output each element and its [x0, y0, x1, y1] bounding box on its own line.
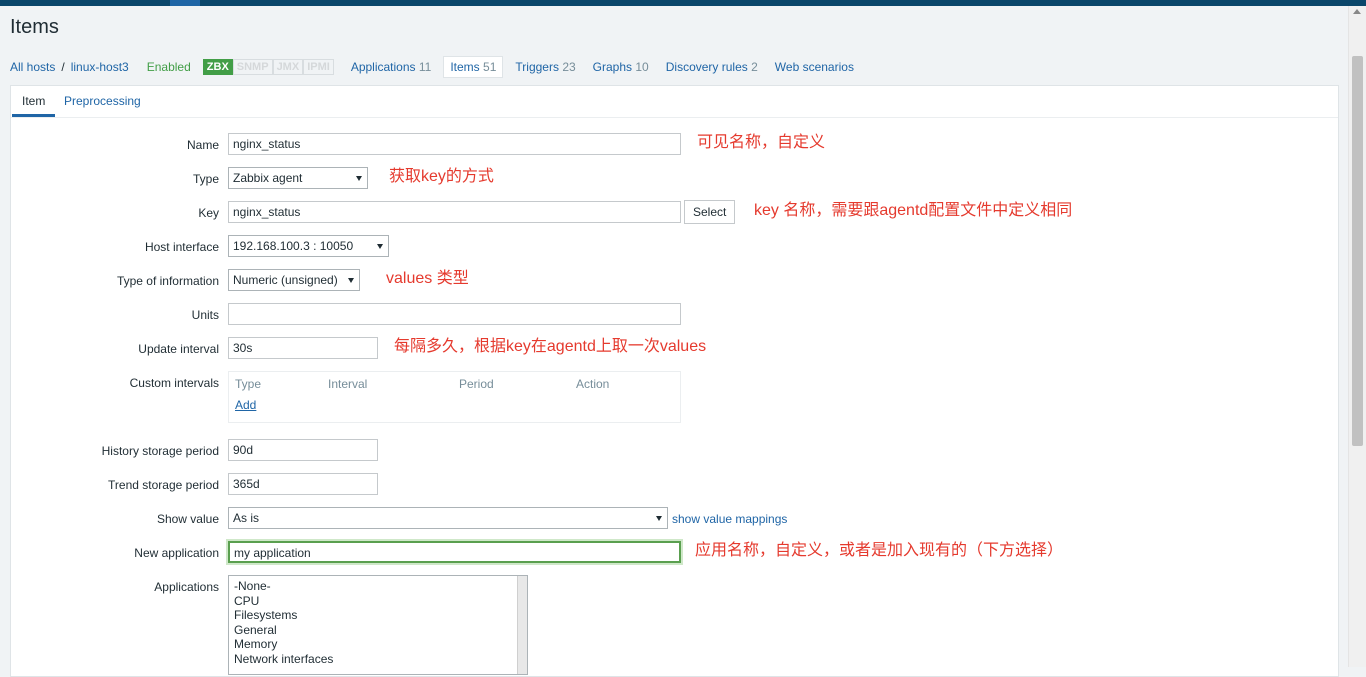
row-units: Units [11, 303, 1338, 327]
link-items[interactable]: Items 51 [443, 56, 504, 78]
show-value-label: Show value [156, 512, 219, 526]
name-field[interactable]: nginx_status [228, 133, 681, 155]
applications-listbox[interactable]: -None- CPU Filesystems General Memory Ne… [228, 575, 528, 675]
name-label: Name [186, 138, 219, 152]
listbox-scrollbar[interactable] [517, 576, 527, 674]
type-of-information-select[interactable]: Numeric (unsigned) [228, 269, 360, 291]
host-interface-label: Host interface [144, 240, 219, 254]
row-custom-intervals: Custom intervals Type Interval Period Ac… [11, 371, 1338, 425]
breadcrumb: All hosts / linux-host3 Enabled ZBX SNMP… [10, 55, 854, 79]
tab-preprocessing[interactable]: Preprocessing [54, 86, 151, 115]
row-trend: Trend storage period 365d [11, 473, 1338, 497]
trend-field[interactable]: 365d [228, 473, 378, 495]
form-tabs: Item Preprocessing [11, 86, 1338, 118]
application-option[interactable]: Filesystems [229, 608, 527, 623]
chevron-down-icon [356, 176, 362, 181]
key-field[interactable]: nginx_status [228, 201, 681, 223]
update-interval-label: Update interval [138, 342, 219, 356]
type-of-information-label: Type of information [116, 274, 219, 288]
host-status-enabled[interactable]: Enabled [147, 60, 191, 74]
history-label: History storage period [101, 444, 219, 458]
show-value-select[interactable]: As is [228, 507, 668, 529]
application-option[interactable]: Network interfaces [229, 652, 527, 667]
row-key: Key nginx_status Select key 名称，需要跟agentd… [11, 200, 1338, 225]
key-select-button[interactable]: Select [684, 200, 736, 224]
interval-header-period: Period [459, 377, 494, 391]
page-scrollbar[interactable] [1348, 6, 1366, 667]
update-interval-field[interactable]: 30s [228, 337, 378, 359]
type-label: Type [192, 172, 219, 186]
breadcrumb-separator: / [61, 60, 65, 74]
link-graphs[interactable]: Graphs 10 [593, 60, 649, 74]
chevron-down-icon [348, 278, 354, 283]
trend-label: Trend storage period [108, 478, 219, 492]
breadcrumb-host[interactable]: linux-host3 [71, 60, 129, 74]
row-type-of-information: Type of information Numeric (unsigned) v… [11, 269, 1338, 293]
annotation-name: 可见名称，自定义 [697, 134, 826, 151]
link-applications[interactable]: Applications 11 [351, 60, 432, 74]
scroll-up-icon[interactable] [1353, 9, 1361, 14]
type-select[interactable]: Zabbix agent [228, 167, 368, 189]
new-application-label: New application [134, 546, 219, 560]
annotation-type: 获取key的方式 [389, 168, 494, 185]
row-name: Name nginx_status 可见名称，自定义 [11, 133, 1338, 157]
item-form-panel: Item Preprocessing Name nginx_status 可见名… [10, 85, 1339, 677]
row-type: Type Zabbix agent 获取key的方式 [11, 167, 1338, 191]
breadcrumb-all-hosts[interactable]: All hosts [10, 60, 55, 74]
row-applications: Applications -None- CPU Filesystems Gene… [11, 575, 1338, 675]
availability-jmx-badge: JMX [272, 59, 304, 75]
chevron-down-icon [656, 516, 662, 521]
key-label: Key [198, 206, 219, 220]
availability-zbx-badge: ZBX [202, 59, 233, 75]
annotation-new-application: 应用名称，自定义，或者是加入现有的（下方选择） [695, 542, 1064, 559]
row-update-interval: Update interval 30s 每隔多久，根据key在agentd上取一… [11, 337, 1338, 361]
row-host-interface: Host interface 192.168.100.3 : 10050 [11, 235, 1338, 259]
link-discovery-rules[interactable]: Discovery rules 2 [666, 60, 758, 74]
application-option[interactable]: CPU [229, 594, 527, 609]
row-show-value: Show value As is show value mappings [11, 507, 1338, 531]
link-web-scenarios[interactable]: Web scenarios [775, 60, 854, 74]
show-value-mappings-link[interactable]: show value mappings [672, 507, 787, 531]
application-option[interactable]: -None- [229, 579, 527, 594]
availability-snmp-badge: SNMP [232, 59, 273, 75]
annotation-type-of-information: values 类型 [386, 270, 469, 287]
row-history: History storage period 90d [11, 439, 1338, 463]
host-interface-select[interactable]: 192.168.100.3 : 10050 [228, 235, 389, 257]
add-interval-link[interactable]: Add [235, 398, 256, 412]
custom-intervals-label: Custom intervals [129, 376, 219, 390]
interval-header-action: Action [576, 377, 610, 391]
availability-ipmi-badge: IPMI [303, 59, 334, 75]
scrollbar-thumb[interactable] [1352, 56, 1363, 446]
interval-header-type: Type [235, 377, 262, 391]
chevron-down-icon [377, 244, 383, 249]
active-menu-indicator [170, 0, 200, 6]
interval-header-interval: Interval [328, 377, 368, 391]
annotation-key: key 名称，需要跟agentd配置文件中定义相同 [754, 202, 1073, 219]
units-label: Units [191, 308, 219, 322]
top-navigation-bar [0, 0, 1366, 6]
annotation-update-interval: 每隔多久，根据key在agentd上取一次values [394, 338, 707, 355]
application-option[interactable]: General [229, 623, 527, 638]
history-field[interactable]: 90d [228, 439, 378, 461]
link-triggers[interactable]: Triggers 23 [515, 60, 575, 74]
new-application-field[interactable]: my application [228, 541, 681, 563]
applications-label: Applications [154, 580, 219, 594]
custom-intervals-table: Type Interval Period Action Add [228, 371, 681, 423]
page-title: Items [10, 16, 59, 38]
row-new-application: New application my application 应用名称，自定义，… [11, 541, 1338, 565]
units-field[interactable] [228, 303, 681, 325]
application-option[interactable]: Memory [229, 637, 527, 652]
tab-item[interactable]: Item [12, 86, 56, 117]
